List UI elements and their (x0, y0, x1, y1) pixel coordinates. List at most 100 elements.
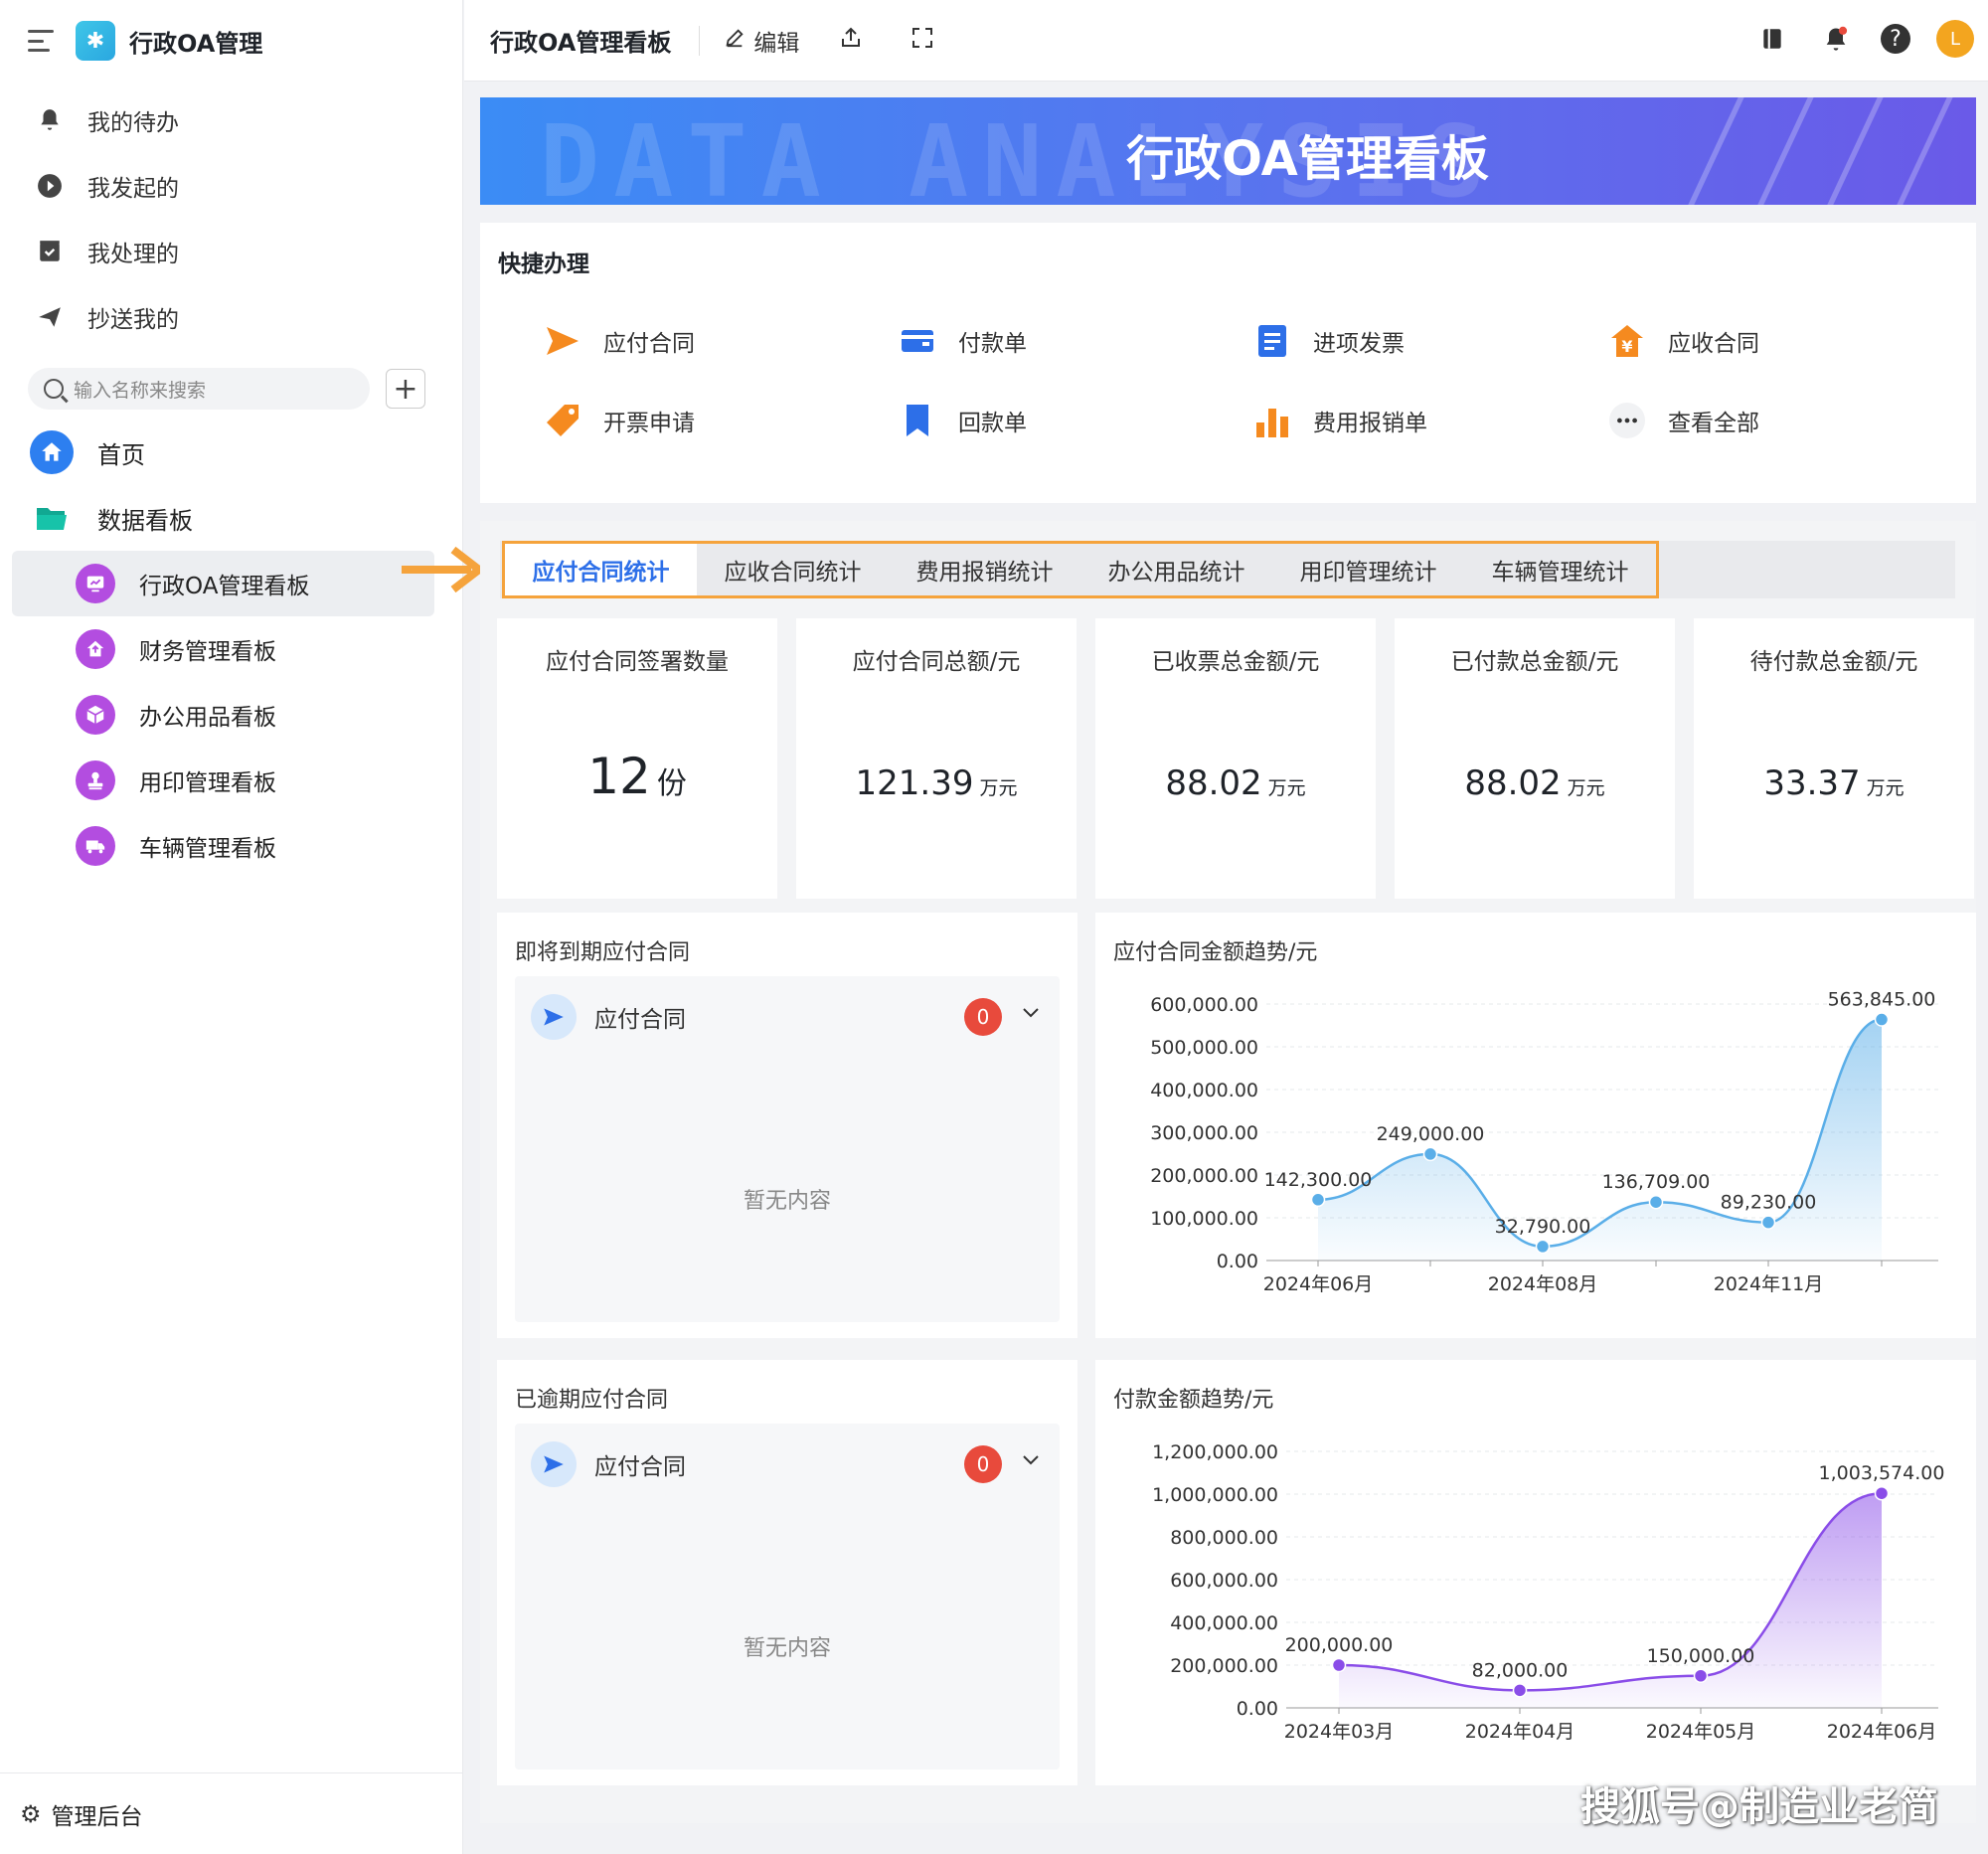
kpi-title: 已收票总金额/元 (1151, 649, 1320, 675)
kpi-value-row: 33.37 万元 (1694, 763, 1974, 803)
search-row: 输入名称来搜索 + (0, 358, 462, 420)
quick-item-view-all[interactable]: 查看全部 (1608, 402, 1759, 439)
kpi-card: 待付款总金额/元 33.37 万元 (1694, 618, 1974, 899)
bar-chart-icon (1253, 402, 1291, 439)
help-icon[interactable]: ? (1881, 24, 1910, 54)
kpi-value: 88.02 (1464, 763, 1562, 803)
kpi-value: 88.02 (1165, 763, 1262, 803)
share-icon (839, 26, 863, 56)
board-item-vehicle[interactable]: 车辆管理看板 (12, 813, 434, 879)
count-badge: 0 (964, 998, 1002, 1036)
kpi-unit: 万元 (979, 777, 1018, 799)
data-point (1310, 1192, 1326, 1208)
edit-button[interactable]: 编辑 (724, 24, 799, 58)
share-button[interactable] (839, 26, 871, 56)
nav-item-initiated[interactable]: 我发起的 (0, 153, 462, 219)
list-group-header[interactable]: 应付合同 0 (515, 1424, 1060, 1505)
chevron-down-icon[interactable] (1022, 1447, 1040, 1472)
kpi-unit: 万元 (1567, 777, 1605, 799)
y-tick-label: 600,000.00 (1170, 1570, 1278, 1592)
quick-item-label: 应收合同 (1668, 331, 1759, 357)
due-contracts-card: 即将到期应付合同 应付合同 0 暂无内容 (497, 913, 1077, 1338)
board-item-seal[interactable]: 用印管理看板 (12, 748, 434, 813)
nav-item-label: 抄送我的 (87, 307, 179, 333)
nav-item-todo[interactable]: 我的待办 (0, 87, 462, 153)
x-tick-label: 2024年06月 (1263, 1273, 1374, 1295)
book-icon[interactable] (1753, 20, 1791, 58)
kpi-value-row: 88.02 万元 (1395, 763, 1675, 803)
y-tick-label: 200,000.00 (1150, 1165, 1258, 1187)
y-tick-label: 100,000.00 (1150, 1208, 1258, 1230)
data-point (1760, 1215, 1776, 1230)
kpi-unit: 万元 (1866, 777, 1905, 799)
y-tick-label: 600,000.00 (1150, 994, 1258, 1016)
tab-payable-stats[interactable]: 应付合同统计 (505, 544, 697, 595)
board-item-label: 财务管理看板 (139, 639, 276, 665)
app-title: 行政OA管理 (129, 29, 263, 58)
tree-item-home[interactable]: 首页 (0, 420, 462, 485)
payable-trend-chart: 0.00 100,000.00 200,000.00 300,000.00 400,00… (1150, 989, 1938, 1295)
document-icon (1253, 322, 1291, 360)
inbox-check-icon (36, 238, 64, 265)
truck-icon (76, 826, 115, 866)
menu-icon[interactable] (28, 30, 54, 52)
board-item-oa[interactable]: 行政OA管理看板 (12, 551, 434, 616)
tab-expense-stats[interactable]: 费用报销统计 (889, 544, 1080, 595)
nav-item-label: 我发起的 (87, 176, 179, 202)
kpi-card: 应付合同签署数量 12 份 (497, 618, 777, 899)
nav-item-handled[interactable]: 我处理的 (0, 219, 462, 284)
more-icon (1608, 402, 1646, 439)
page-title: 行政OA管理看板 (490, 29, 672, 57)
topbar-actions: ? L (1728, 20, 1974, 58)
tab-seal-stats[interactable]: 用印管理统计 (1272, 544, 1464, 595)
fullscreen-button[interactable] (911, 26, 942, 56)
board-item-finance[interactable]: 财务管理看板 (12, 616, 434, 682)
data-label: 1,003,574.00 (1819, 1462, 1945, 1484)
quick-item-receivable-contract[interactable]: ¥ 应收合同 (1608, 322, 1759, 360)
chevron-down-icon[interactable] (1022, 1000, 1040, 1025)
notification-icon[interactable] (1817, 20, 1855, 58)
tree-item-dashboards[interactable]: 数据看板 (0, 485, 462, 551)
topbar: 行政OA管理看板 编辑 ? L (464, 0, 1988, 82)
nav-item-cc[interactable]: 抄送我的 (0, 284, 462, 350)
due-contracts-list: 应付合同 0 暂无内容 (515, 976, 1060, 1322)
quick-item-payable-contract[interactable]: 应付合同 (544, 322, 695, 360)
quick-item-invoice-request[interactable]: 开票申请 (544, 402, 695, 439)
list-group-header[interactable]: 应付合同 0 (515, 976, 1060, 1058)
data-label: 200,000.00 (1285, 1634, 1394, 1656)
kpi-title: 应付合同签署数量 (546, 649, 729, 675)
kpi-unit: 万元 (1267, 777, 1306, 799)
data-point (1874, 1485, 1890, 1501)
tab-vehicle-stats[interactable]: 车辆管理统计 (1464, 544, 1656, 595)
data-label: 136,709.00 (1602, 1171, 1711, 1193)
list-group-label: 应付合同 (594, 1007, 686, 1033)
edit-label: 编辑 (753, 30, 800, 57)
tab-receivable-stats[interactable]: 应收合同统计 (697, 544, 889, 595)
quick-item-payment[interactable]: 付款单 (899, 322, 1027, 360)
avatar[interactable]: L (1936, 20, 1974, 58)
admin-link[interactable]: ⚙ 管理后台 (0, 1772, 463, 1854)
wallet-icon (899, 322, 936, 360)
card-title: 即将到期应付合同 (515, 940, 691, 965)
quick-item-receipt[interactable]: 回款单 (899, 402, 1027, 439)
x-tick-label: 2024年06月 (1827, 1721, 1937, 1743)
add-button[interactable]: + (386, 369, 425, 409)
data-point (1331, 1657, 1347, 1673)
quick-item-invoice[interactable]: 进项发票 (1253, 322, 1405, 360)
fullscreen-icon (911, 26, 934, 56)
nav-item-label: 我的待办 (87, 110, 179, 136)
tab-office-supplies-stats[interactable]: 办公用品统计 (1080, 544, 1272, 595)
svg-text:¥: ¥ (1621, 337, 1632, 356)
quick-item-label: 付款单 (958, 331, 1027, 357)
search-input[interactable]: 输入名称来搜索 (28, 368, 370, 410)
bell-icon (36, 106, 64, 134)
data-point (1874, 1012, 1890, 1027)
quick-item-expense[interactable]: 费用报销单 (1253, 402, 1427, 439)
y-tick-label: 1,200,000.00 (1152, 1441, 1278, 1463)
quick-actions-title: 快捷办理 (498, 252, 589, 277)
y-tick-label: 300,000.00 (1150, 1122, 1258, 1144)
board-item-office[interactable]: 办公用品看板 (12, 682, 434, 748)
gear-icon: ⚙ (20, 1799, 42, 1828)
kpi-title: 应付合同总额/元 (852, 649, 1021, 675)
stamp-icon (76, 760, 115, 800)
